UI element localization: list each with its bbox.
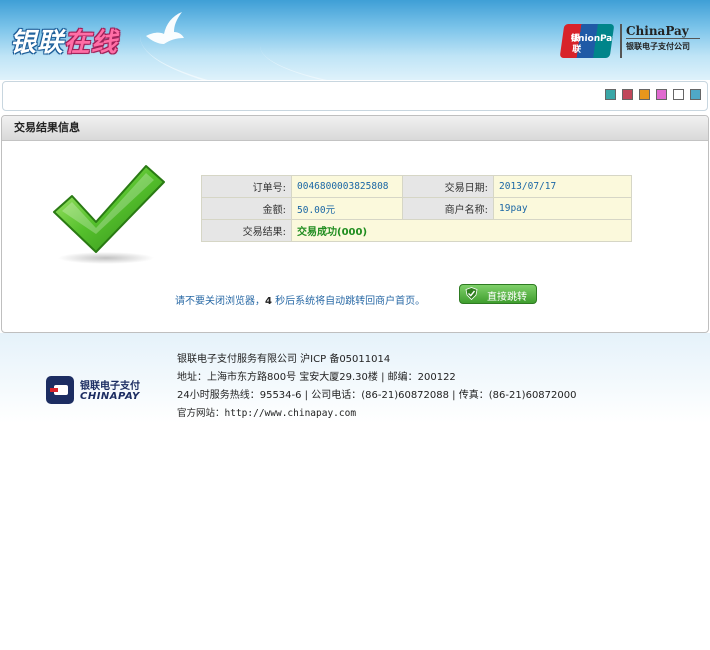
redirect-notice: 请不要关闭浏览器，4 秒后系统将自动跳转回商户首页。 [175,292,425,307]
theme-toolbar [2,81,708,111]
theme-swatch-1[interactable] [605,89,616,100]
unionpay-logo: UnionPay 银联 [559,24,615,58]
dove-icon [146,12,184,44]
row-value: 50.00元 [291,197,403,220]
jump-now-button[interactable]: 直接跳转 [459,284,537,304]
theme-swatch-2[interactable] [622,89,633,100]
row-label: 金额: [201,197,292,220]
footer-logo-en: CHINAPAY [80,391,140,402]
shield-check-icon [465,287,478,300]
theme-swatches [605,89,701,100]
result-panel: 交易结果信息 订单号: 0046800003825808 交易日期: 2013/07/… [1,115,709,333]
footer-info: 银联电子支付服务有限公司 沪ICP 备05011014 地址：上海市东方路800… [177,351,576,423]
logo-text-part2: 在线 [64,28,119,58]
row-label: 商户名称: [402,197,494,220]
row-value: 2013/07/17 [493,175,632,198]
redirect-countdown: 4 [265,296,272,307]
chinapay-en: ChinaPay [626,24,700,39]
jump-now-label: 直接跳转 [487,292,527,303]
theme-swatch-6[interactable] [690,89,701,100]
footer-logo-cn: 银联电子支付 [80,381,140,392]
chinapay-logo: ChinaPay 银联电子支付公司 [620,24,700,58]
chinapay-mark-icon [46,376,74,404]
row-value: 0046800003825808 [291,175,403,198]
theme-swatch-5[interactable] [673,89,684,100]
table-row: 订单号: 0046800003825808 交易日期: 2013/07/17 [201,175,632,198]
footer-address: 地址：上海市东方路800号 宝安大厦29.30楼 | 邮编：200122 [177,372,456,383]
row-label: 订单号: [201,175,292,198]
footer-website[interactable]: 官方网站：http://www.chinapay.com [177,405,576,423]
footer-company: 银联电子支付服务有限公司 沪ICP 备05011014 [177,354,391,365]
header-banner: 银联在线 UnionPay 银联 ChinaPay 银联电子支付公司 [0,0,710,80]
redirect-text-after: 秒后系统将自动跳转回商户首页。 [271,296,426,307]
footer-contact: 24小时服务热线：95534-6 | 公司电话：(86-21)60872088 … [177,390,577,401]
redirect-text-before: 请不要关闭浏览器， [175,296,265,307]
success-check-icon [53,165,165,264]
logo-text-part1: 银联 [10,28,65,58]
table-row: 交易结果: 交易成功(000) [201,219,632,242]
table-row: 金额: 50.00元 商户名称: 19pay [201,197,632,220]
result-label: 交易结果: [201,219,292,242]
brand-logos: UnionPay 银联 ChinaPay 银联电子支付公司 [559,24,700,60]
result-value: 交易成功(000) [291,219,632,242]
chinapay-cn: 银联电子支付公司 [626,42,690,51]
chinapay-footer-logo: 银联电子支付 CHINAPAY [46,376,150,406]
row-label: 交易日期: [402,175,494,198]
transaction-result-table: 订单号: 0046800003825808 交易日期: 2013/07/17 金额: 50… [201,175,632,242]
row-value: 19pay [493,197,632,220]
panel-title: 交易结果信息 [2,116,708,141]
theme-swatch-3[interactable] [639,89,650,100]
unionpay-online-logo: 银联在线 [10,22,118,60]
theme-swatch-4[interactable] [656,89,667,100]
